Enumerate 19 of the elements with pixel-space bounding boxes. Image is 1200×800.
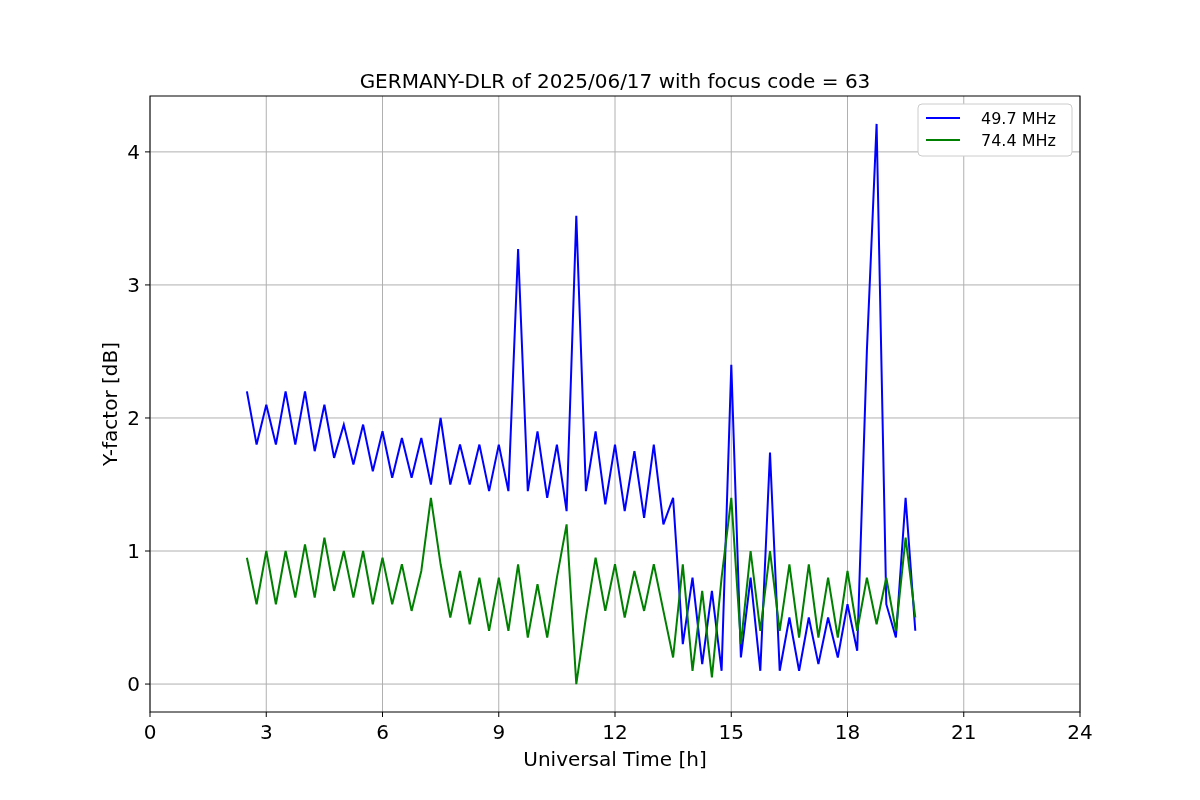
x-tick-label: 18 — [834, 720, 861, 744]
y-tick-label: 0 — [127, 672, 140, 697]
x-tick-label: 21 — [951, 720, 977, 744]
y-tick-label: 4 — [127, 139, 140, 164]
x-tick-label: 12 — [602, 720, 628, 744]
legend-label: 49.7 MHz — [981, 109, 1056, 128]
x-axis-label: Universal Time [h] — [523, 747, 707, 771]
x-tick-label: 9 — [492, 720, 506, 744]
x-tick-label: 24 — [1067, 720, 1093, 744]
y-tick-label: 1 — [127, 539, 140, 563]
x-tick-label: 6 — [376, 720, 389, 744]
y-axis-label: Y-factor [dB] — [98, 342, 122, 466]
x-tick-label: 0 — [143, 720, 157, 744]
y-tick-label: 3 — [127, 272, 140, 297]
x-tick-label: 3 — [259, 720, 273, 744]
chart-title: GERMANY-DLR of 2025/06/17 with focus code = 63 — [359, 69, 871, 93]
y-tick-label: 2 — [127, 405, 140, 430]
legend-label: 74.4 MHz — [981, 131, 1056, 150]
x-tick-label: 15 — [718, 720, 744, 744]
